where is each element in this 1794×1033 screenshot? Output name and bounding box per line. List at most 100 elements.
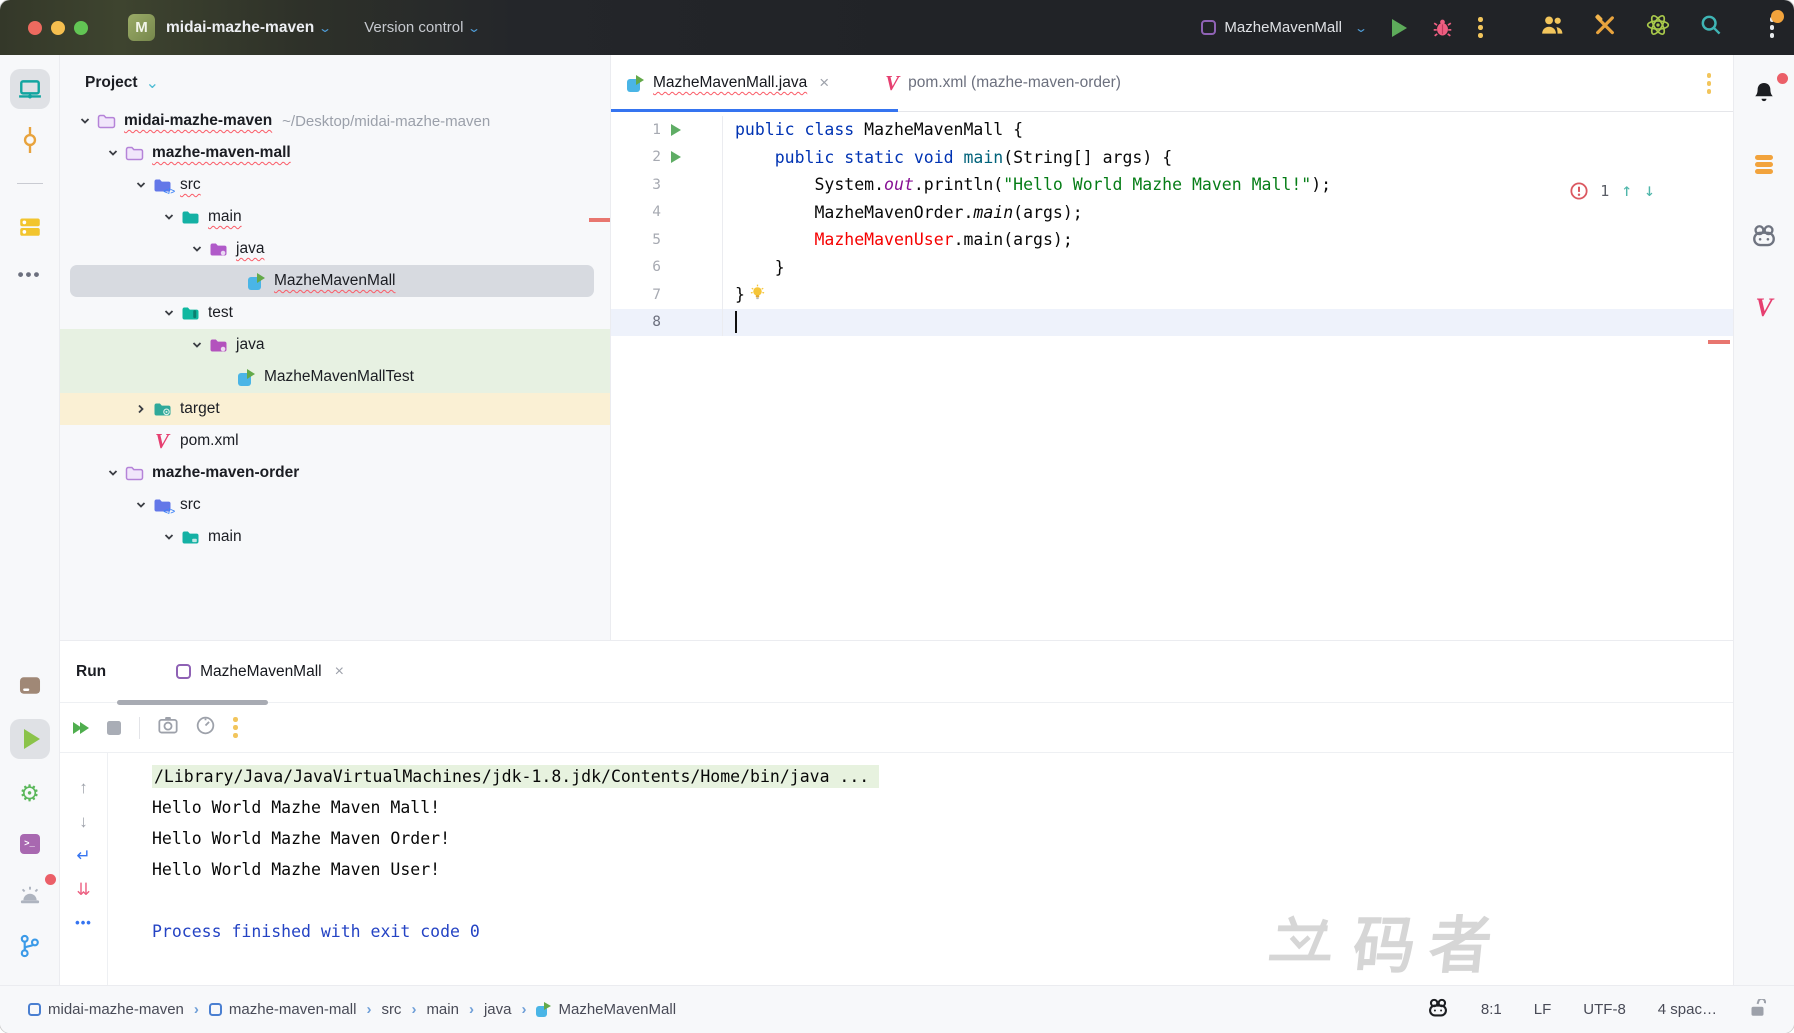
project-badge-icon[interactable]: M <box>128 14 155 41</box>
code-with-me-button[interactable] <box>1541 15 1564 40</box>
bug-icon <box>1433 18 1452 37</box>
up-stacktrace-button[interactable]: ↑ <box>79 779 88 796</box>
title-bar: M midai-mazhe-maven ⌄ Version control ⌄ … <box>0 0 1794 55</box>
scroll-to-end-button[interactable]: ⇊ <box>76 881 90 898</box>
tree-row-module-order[interactable]: mazhe-maven-order <box>60 457 610 489</box>
inspection-widget[interactable]: 1 ↑ ↓ <box>1570 180 1655 201</box>
git-toolwindow-button[interactable] <box>10 929 50 963</box>
tree-row-class-selected[interactable]: MazheMavenMall <box>70 265 594 297</box>
tree-row-order-main[interactable]: main <box>60 521 610 553</box>
run-tab-scrollbar[interactable] <box>117 700 268 705</box>
error-icon <box>1570 182 1588 200</box>
breadcrumb-src[interactable]: src <box>381 1001 401 1018</box>
intention-bulb-icon[interactable] <box>749 284 766 305</box>
tree-row-src[interactable]: </> src <box>60 169 610 201</box>
ide-window: M midai-mazhe-maven ⌄ Version control ⌄ … <box>0 0 1794 1033</box>
editor-tab-options-button[interactable] <box>1707 73 1712 94</box>
run-tab[interactable]: MazheMavenMall × <box>176 663 344 681</box>
camera-icon <box>158 716 178 734</box>
breadcrumb-class[interactable]: MazheMavenMall <box>536 1001 676 1018</box>
chevron-down-icon[interactable]: ⌄ <box>146 73 159 93</box>
breadcrumb-main[interactable]: main <box>426 1001 459 1018</box>
more-run-actions-button[interactable] <box>1478 17 1483 38</box>
tree-row-project-root[interactable]: midai-mazhe-maven ~/Desktop/midai-mazhe-… <box>60 105 610 137</box>
next-problem-button[interactable]: ↓ <box>1644 180 1655 201</box>
minimize-window-button[interactable] <box>51 21 65 35</box>
close-tab-icon[interactable]: × <box>819 73 829 93</box>
excluded-folder-icon <box>152 401 172 417</box>
unlocked-padlock-icon <box>1749 999 1766 1017</box>
code-line: 1 public class MazheMavenMall { <box>611 116 1733 144</box>
run-main-gutter-button[interactable] <box>661 151 691 163</box>
run-toolwindow-button[interactable] <box>10 719 50 759</box>
soft-wrap-button[interactable]: ↵ <box>76 847 90 864</box>
code-line: 2 public static void main(String[] args)… <box>611 144 1733 172</box>
close-tab-icon[interactable]: × <box>335 663 344 681</box>
tree-row-order-src[interactable]: </> src <box>60 489 610 521</box>
strip-divider <box>17 183 43 184</box>
problems-toolwindow-button[interactable] <box>10 878 50 912</box>
vcs-widget[interactable]: Version control <box>364 19 463 36</box>
project-toolwindow-button[interactable] <box>10 69 50 109</box>
capture-snapshot-button[interactable] <box>158 716 178 739</box>
maven-toolwindow-button[interactable]: V <box>1744 291 1784 325</box>
encoding-widget[interactable]: UTF-8 <box>1583 1001 1626 1018</box>
tab-pom-xml[interactable]: V pom.xml (mazhe-maven-order) <box>869 55 1135 111</box>
database-toolwindow-button[interactable] <box>1744 147 1784 181</box>
sources-folder-icon: </> <box>152 497 172 513</box>
run-options-button[interactable] <box>233 717 238 738</box>
rerun-button[interactable] <box>73 722 89 734</box>
breadcrumb-module[interactable]: mazhe-maven-mall <box>209 1001 357 1018</box>
atom-icon <box>1646 13 1670 37</box>
tree-row-test-class[interactable]: MazheMavenMallTest <box>60 361 610 393</box>
settings-sync-button[interactable]: ⚙ <box>10 776 50 810</box>
more-toolwindows-button[interactable]: ••• <box>10 258 50 292</box>
tools-button[interactable] <box>1594 14 1616 41</box>
run-icon <box>24 729 40 749</box>
ai-assistant-button[interactable] <box>1744 219 1784 253</box>
tree-row-pom[interactable]: V pom.xml <box>60 425 610 457</box>
tree-row-test-java[interactable]: java <box>60 329 610 361</box>
console-more-button[interactable]: ••• <box>75 915 92 930</box>
stop-button[interactable] <box>107 721 121 735</box>
indent-widget[interactable]: 4 spac… <box>1658 1001 1717 1018</box>
chevron-down-icon <box>163 531 175 543</box>
console[interactable]: ↑ ↓ ↵ ⇊ ••• /Library/Java/JavaVirtualMac… <box>60 753 1733 985</box>
previous-problem-button[interactable]: ↑ <box>1621 180 1632 201</box>
ai-assistant-status-button[interactable] <box>1427 998 1449 1022</box>
zoom-window-button[interactable] <box>74 21 88 35</box>
tree-row-module[interactable]: mazhe-maven-mall <box>60 137 610 169</box>
hammer-wrench-icon <box>1594 14 1616 36</box>
commit-toolwindow-button[interactable] <box>10 123 50 157</box>
readonly-lock-button[interactable] <box>1749 999 1766 1021</box>
caret-position-widget[interactable]: 8:1 <box>1481 1001 1502 1018</box>
tree-row-main[interactable]: main <box>60 201 610 233</box>
close-window-button[interactable] <box>28 21 42 35</box>
dependencies-toolwindow-button[interactable] <box>10 668 50 702</box>
tab-mazhemavenmall-java[interactable]: MazheMavenMall.java × <box>611 55 843 111</box>
search-everywhere-button[interactable] <box>1700 14 1722 41</box>
tree-row-target[interactable]: target <box>60 393 610 425</box>
breadcrumb-project[interactable]: midai-mazhe-maven <box>28 1001 184 1018</box>
down-stacktrace-button[interactable]: ↓ <box>79 813 88 830</box>
debug-button[interactable] <box>1433 18 1452 37</box>
runnable-class-icon <box>536 1002 551 1017</box>
tree-row-test[interactable]: test <box>60 297 610 329</box>
toolbar-divider <box>139 717 140 739</box>
breadcrumb-java[interactable]: java <box>484 1001 512 1018</box>
run-configuration-selector[interactable]: MazheMavenMall ⌄ <box>1201 19 1366 36</box>
science-plugin-button[interactable] <box>1646 13 1670 42</box>
project-monitor-icon <box>18 79 42 99</box>
run-class-gutter-button[interactable] <box>661 124 691 136</box>
project-widget[interactable]: midai-mazhe-maven <box>166 19 314 37</box>
profiler-button[interactable] <box>196 716 215 740</box>
terminal-toolwindow-button[interactable]: >_ <box>10 827 50 861</box>
line-ending-widget[interactable]: LF <box>1534 1001 1552 1018</box>
main-menu-button[interactable] <box>1770 17 1775 38</box>
notifications-button[interactable] <box>1744 75 1784 109</box>
run-button[interactable] <box>1392 19 1407 37</box>
chevron-down-icon <box>79 115 91 127</box>
code-editor[interactable]: 1 public class MazheMavenMall { 2 public… <box>611 112 1733 336</box>
tree-row-java[interactable]: java <box>60 233 610 265</box>
structure-toolwindow-button[interactable] <box>10 210 50 244</box>
